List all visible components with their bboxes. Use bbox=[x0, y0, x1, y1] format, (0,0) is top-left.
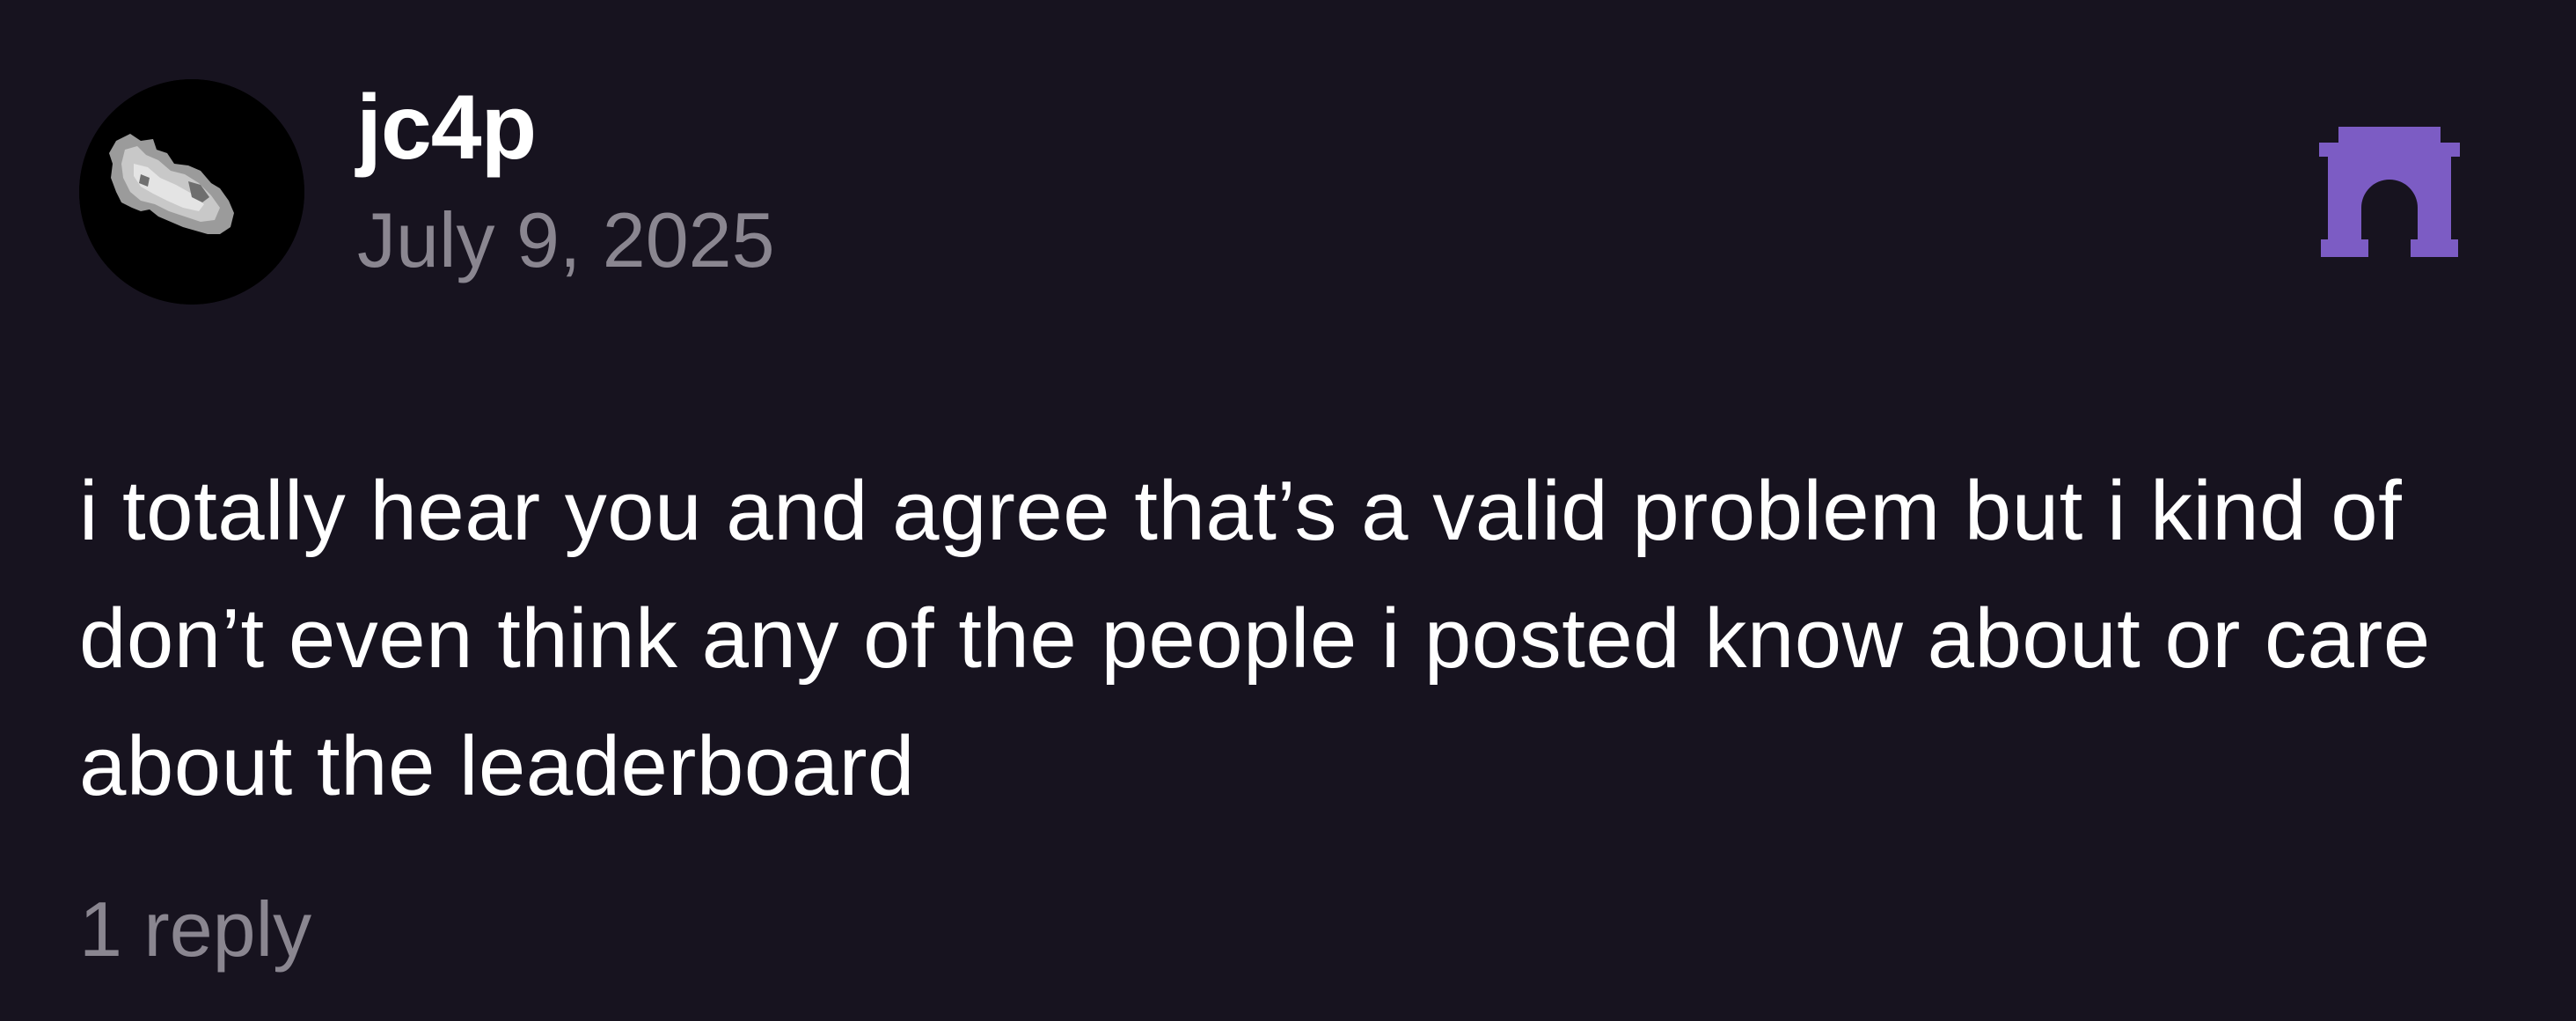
avatar-image bbox=[79, 79, 304, 305]
post-body: i totally hear you and agree that’s a va… bbox=[79, 464, 2431, 813]
arch-icon[interactable] bbox=[2319, 127, 2460, 257]
author-name[interactable]: jc4p bbox=[356, 77, 537, 179]
post-date: July 9, 2025 bbox=[357, 196, 775, 283]
post-card: jc4p July 9, 2025 i totally hear you and… bbox=[0, 0, 2576, 1021]
reply-count-link[interactable]: 1 reply bbox=[79, 886, 311, 973]
avatar[interactable] bbox=[79, 79, 304, 305]
arch-icon-graphic bbox=[2319, 127, 2460, 257]
